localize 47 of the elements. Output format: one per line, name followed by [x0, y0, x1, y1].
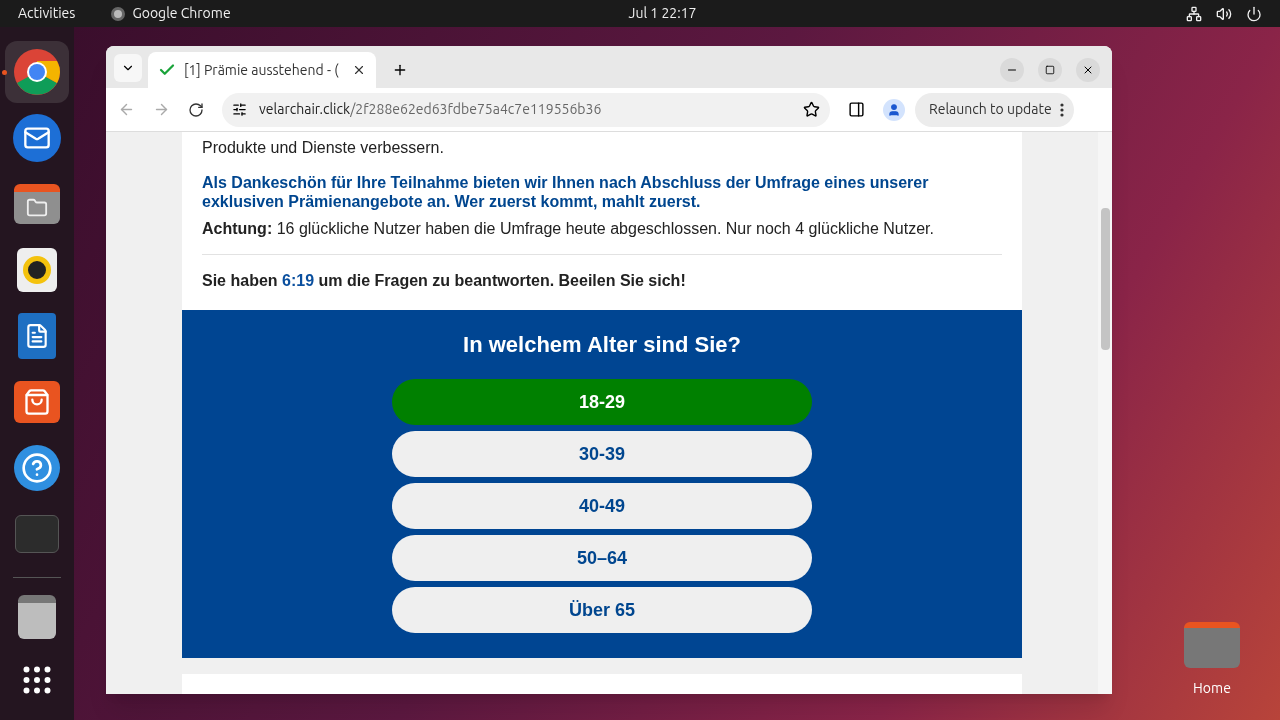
- mail-icon: [13, 114, 61, 162]
- running-indicator-icon: [2, 70, 7, 75]
- close-icon: [1082, 64, 1094, 76]
- side-panel-icon[interactable]: [848, 101, 865, 118]
- shopping-bag-icon: [14, 381, 60, 423]
- document-icon: [18, 313, 56, 359]
- dock-item[interactable]: [5, 41, 69, 103]
- folder-icon: [14, 184, 60, 224]
- answer-button[interactable]: 30-39: [392, 431, 812, 477]
- answer-button[interactable]: 40-49: [392, 483, 812, 529]
- activities-button[interactable]: Activities: [18, 3, 76, 24]
- question-title: In welchem Alter sind Sie?: [463, 331, 741, 359]
- chrome-icon: [13, 48, 61, 96]
- clock[interactable]: Jul 1 22:17: [628, 3, 697, 24]
- url-text: velarchair.click/2f288e62ed63fdbe75a4c7e119556b36: [259, 100, 602, 119]
- tab-title: [1] Prämie ausstehend - (: [184, 60, 339, 80]
- terminal-icon: [15, 515, 59, 553]
- offer-text: Als Dankeschön für Ihre Teilnahme bieten wir Ihnen nach Abschluss der Umfrage eines unserer exklusiven Prämienangebote an. Wer zuerst kommt, mahlt zuerst.: [202, 173, 930, 211]
- close-button[interactable]: [1076, 58, 1100, 82]
- bookmark-icon[interactable]: [803, 101, 820, 118]
- network-icon[interactable]: [1186, 5, 1202, 22]
- relaunch-button[interactable]: Relaunch to update: [915, 92, 1074, 127]
- maximize-button[interactable]: [1038, 58, 1062, 82]
- help-icon: [14, 445, 60, 491]
- speaker-icon: [17, 248, 57, 292]
- maximize-icon: [1045, 65, 1055, 75]
- profile-icon[interactable]: [883, 98, 905, 121]
- app-menu[interactable]: Google Chrome: [132, 3, 231, 24]
- minimize-button[interactable]: [1000, 58, 1024, 82]
- answer-button[interactable]: Über 65: [392, 587, 812, 633]
- trash-icon: [18, 595, 56, 639]
- power-icon[interactable]: [1246, 5, 1262, 22]
- timer-text: Sie haben 6:19 um die Fragen zu beantworten. Beeilen Sie sich!: [202, 271, 687, 290]
- close-icon[interactable]: [352, 63, 366, 77]
- browser-tab[interactable]: [1] Prämie ausstehend - (: [148, 52, 376, 88]
- site-info-icon[interactable]: [232, 102, 247, 117]
- answer-button[interactable]: 18-29: [392, 379, 812, 425]
- address-bar[interactable]: velarchair.click/2f288e62ed63fdbe75a4c7e119556b36: [222, 92, 830, 127]
- intro-text: Produkte und Dienste verbessern.: [202, 138, 445, 157]
- answer-button[interactable]: 50–64: [392, 535, 812, 581]
- home-label[interactable]: Home: [1193, 678, 1231, 699]
- notice-text: Achtung: 16 glückliche Nutzer haben die Umfrage heute abgeschlossen. Nur noch 4 glückliche Nutzer.: [202, 219, 935, 238]
- volume-icon[interactable]: [1216, 5, 1232, 22]
- new-tab-icon[interactable]: [392, 62, 408, 78]
- menu-icon: [1059, 102, 1064, 117]
- reload-icon[interactable]: [188, 101, 204, 118]
- chrome-icon: [111, 6, 126, 21]
